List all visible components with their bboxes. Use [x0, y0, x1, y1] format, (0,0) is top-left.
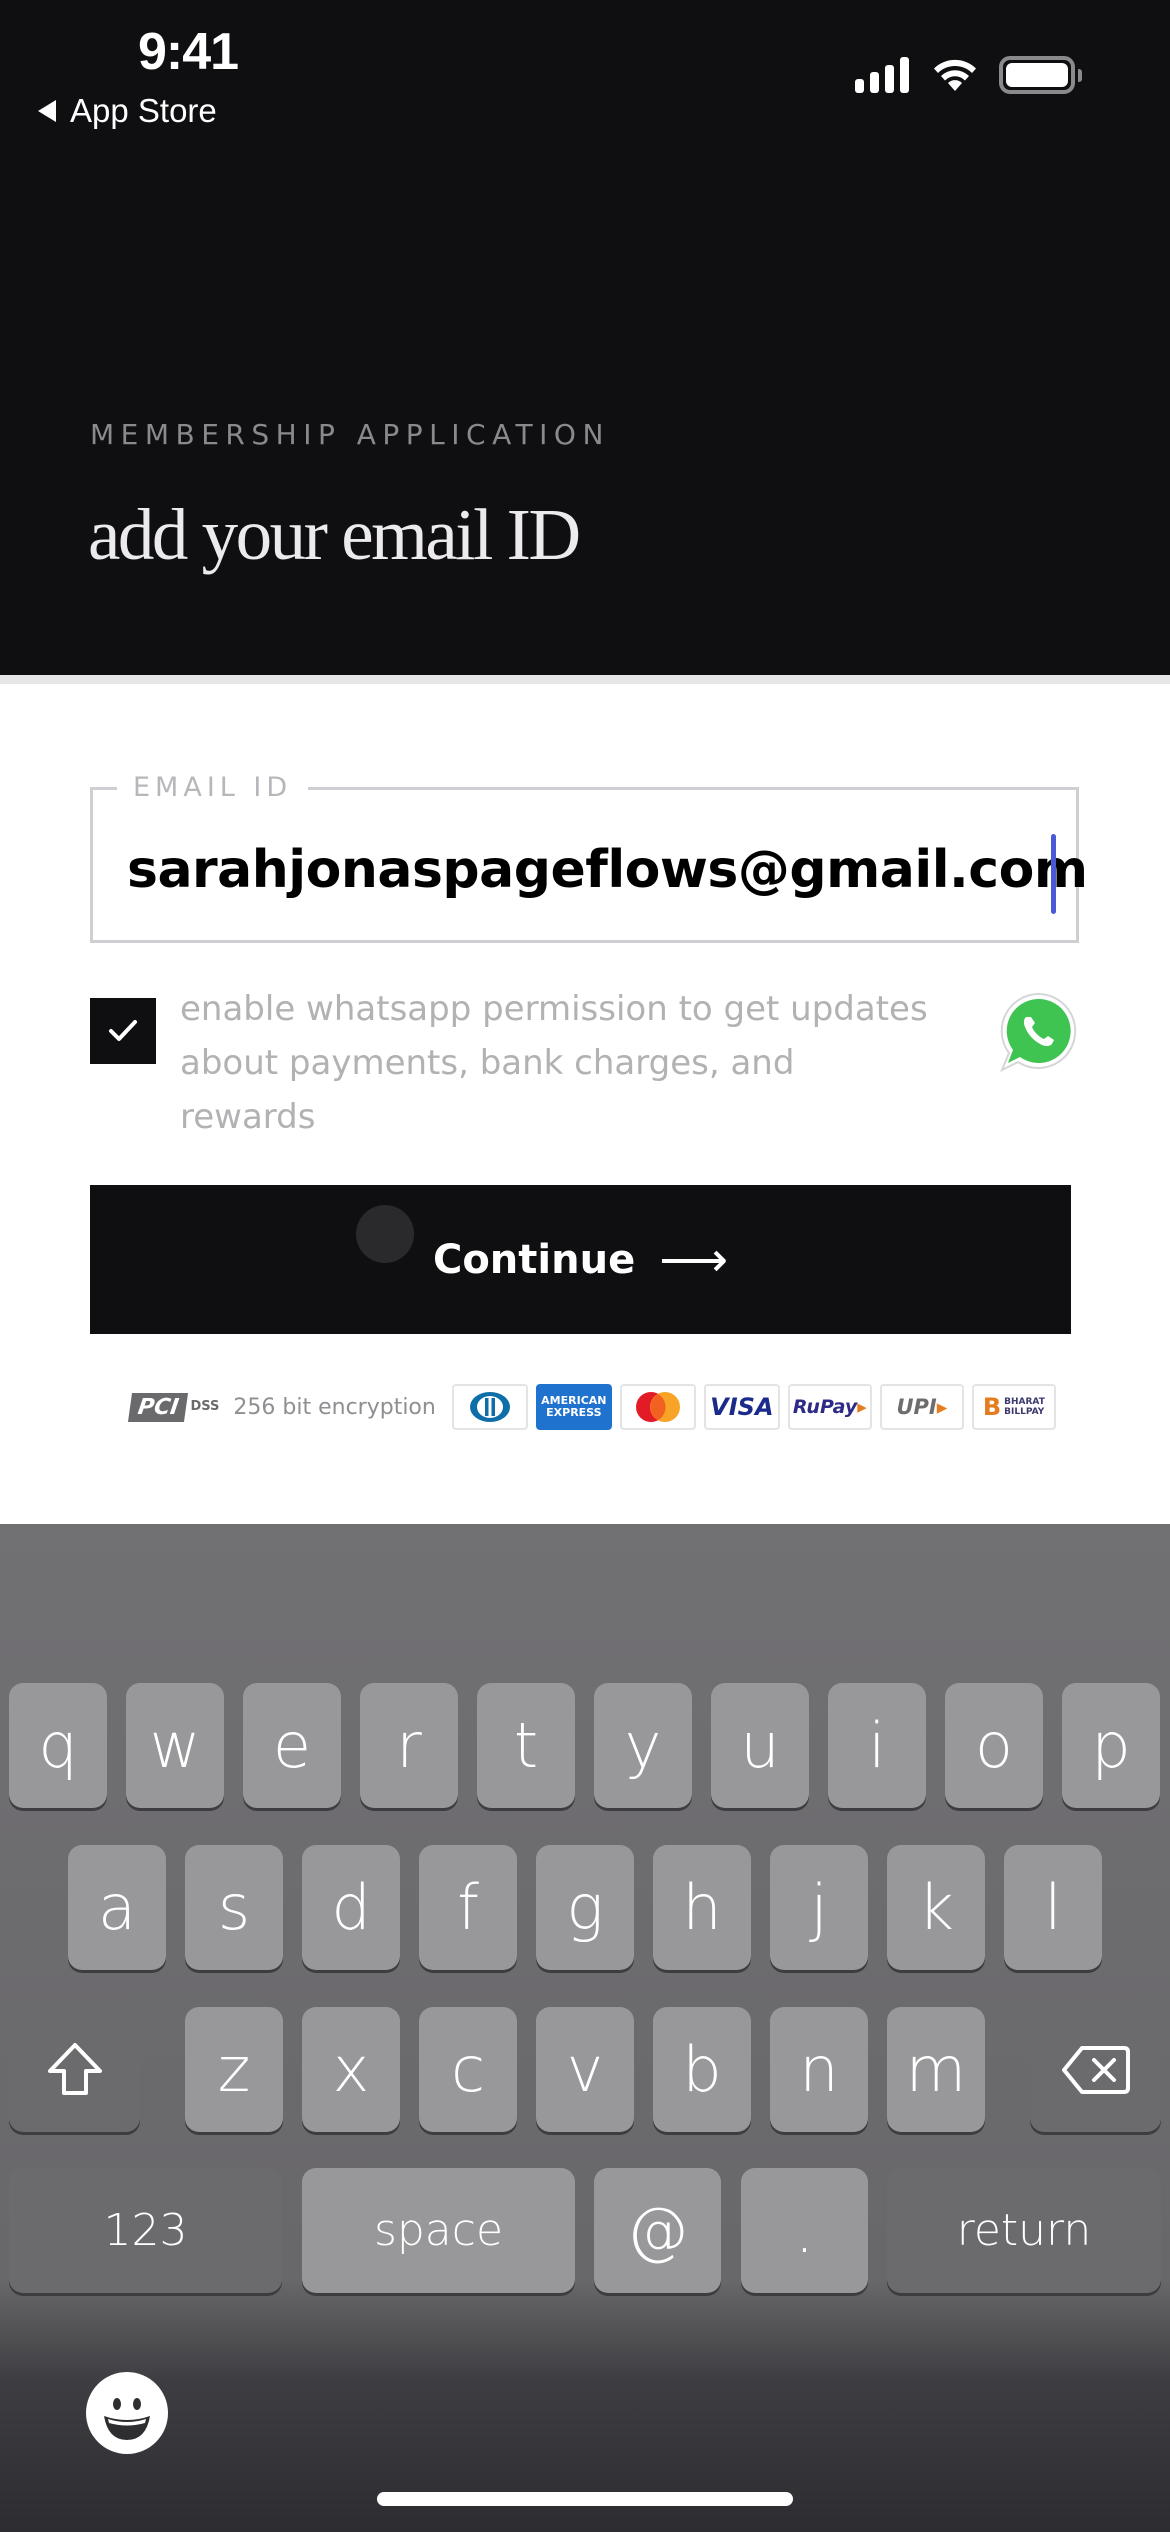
key-s[interactable]: s [185, 1845, 283, 1970]
back-arrow-icon [38, 100, 56, 122]
key-y[interactable]: y [594, 1683, 692, 1808]
checkmark-icon [109, 1020, 137, 1041]
key-b[interactable]: b [653, 2007, 751, 2132]
key-i[interactable]: i [828, 1683, 926, 1808]
period-key[interactable]: . [741, 2168, 868, 2293]
page-title: add your email ID [88, 494, 581, 575]
key-x[interactable]: x [302, 2007, 400, 2132]
rupay-logo: RuPay▸ [787, 1384, 872, 1430]
key-l[interactable]: l [1004, 1845, 1102, 1970]
key-g[interactable]: g [536, 1845, 634, 1970]
email-field[interactable]: EMAIL ID sarahjonaspageflows@gmail.com [90, 772, 1088, 943]
shift-key[interactable] [9, 2007, 140, 2132]
key-p[interactable]: p [1062, 1683, 1160, 1808]
text-cursor [1051, 834, 1056, 914]
status-icons [855, 56, 1082, 94]
key-a[interactable]: a [68, 1845, 166, 1970]
pci-dss-logo: PCI DSS [127, 1392, 219, 1422]
key-f[interactable]: f [419, 1845, 517, 1970]
signal-icon [855, 57, 909, 93]
key-m[interactable]: m [887, 2007, 985, 2132]
key-u[interactable]: u [711, 1683, 809, 1808]
key-o[interactable]: o [945, 1683, 1043, 1808]
emoji-button[interactable] [86, 2372, 168, 2454]
email-field-label: EMAIL ID [117, 772, 309, 803]
upi-logo: UPI▸ [879, 1384, 964, 1430]
key-q[interactable]: q [9, 1683, 107, 1808]
key-c[interactable]: c [419, 2007, 517, 2132]
email-input[interactable]: sarahjonaspageflows@gmail.com [127, 840, 1088, 900]
home-indicator[interactable] [377, 2492, 793, 2506]
header-divider [0, 675, 1170, 684]
back-label: App Store [70, 92, 217, 129]
key-j[interactable]: j [770, 1845, 868, 1970]
key-v[interactable]: v [536, 2007, 634, 2132]
key-d[interactable]: d [302, 1845, 400, 1970]
encryption-text: 256 bit encryption [233, 1394, 436, 1420]
header: 9:41 App Store MEMBERSHIP APPLICATION ad… [0, 0, 1170, 675]
diners-club-logo [451, 1384, 528, 1430]
key-e[interactable]: e [243, 1683, 341, 1808]
whatsapp-icon [1000, 992, 1077, 1073]
key-k[interactable]: k [887, 1845, 985, 1970]
return-key[interactable]: return [887, 2168, 1161, 2293]
whatsapp-consent-checkbox[interactable] [90, 998, 156, 1064]
section-eyebrow: MEMBERSHIP APPLICATION [90, 418, 610, 451]
continue-label: Continue [432, 1236, 636, 1283]
battery-icon [999, 56, 1082, 94]
shift-icon [47, 2042, 102, 2095]
key-t[interactable]: t [477, 1683, 575, 1808]
key-w[interactable]: w [126, 1683, 224, 1808]
arrow-right-icon: ⟶ [659, 1231, 729, 1288]
wifi-icon [934, 59, 976, 91]
backspace-icon [1061, 2045, 1130, 2094]
at-key[interactable]: @ [594, 2168, 721, 2293]
emoji-icon [104, 2398, 150, 2440]
touch-indicator [356, 1205, 414, 1263]
visa-logo: VISA [703, 1384, 780, 1430]
back-to-app-store[interactable]: App Store [38, 92, 217, 130]
key-r[interactable]: r [360, 1683, 458, 1808]
continue-button[interactable]: Continue ⟶ [90, 1185, 1071, 1334]
numbers-key[interactable]: 123 [9, 2168, 282, 2293]
mastercard-logo [619, 1384, 696, 1430]
key-n[interactable]: n [770, 2007, 868, 2132]
delete-key[interactable] [1030, 2007, 1161, 2132]
whatsapp-consent-text: enable whatsapp permission to get update… [180, 989, 928, 1137]
space-key[interactable]: space [302, 2168, 575, 2293]
bharat-billpay-logo: B BHARAT BILLPAY [971, 1384, 1056, 1430]
amex-logo: AMERICAN EXPRESS [535, 1384, 612, 1430]
key-h[interactable]: h [653, 1845, 751, 1970]
security-badges: PCI DSS 256 bit encryption AMERICAN EXPRE… [127, 1384, 1064, 1430]
key-z[interactable]: z [185, 2007, 283, 2132]
status-time: 9:41 [138, 23, 239, 81]
